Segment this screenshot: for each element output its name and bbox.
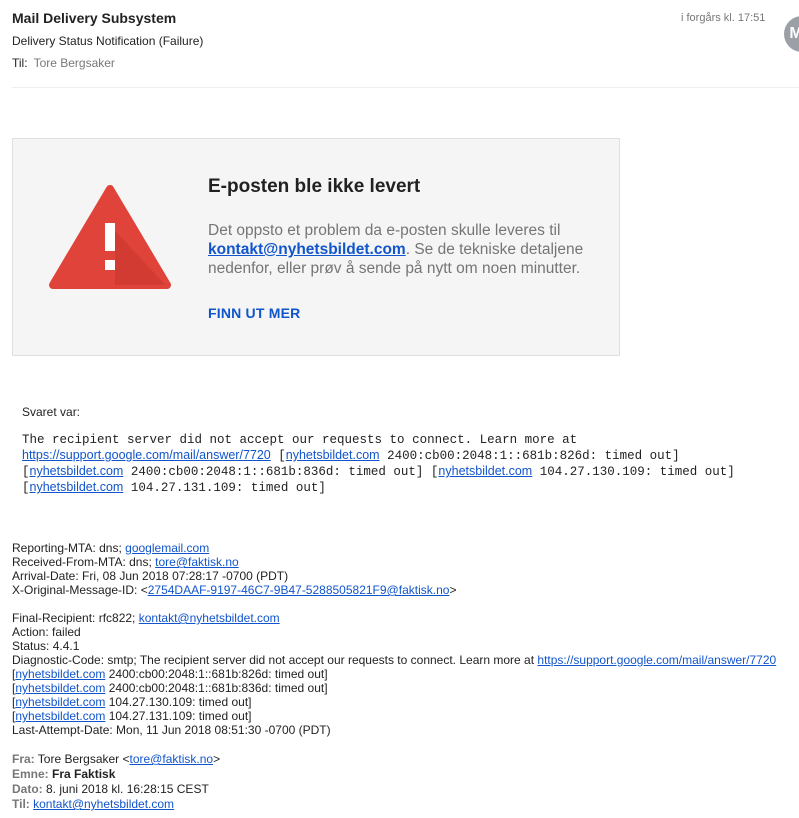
reporting-mta-link[interactable]: googlemail.com: [125, 541, 209, 555]
received-from-link[interactable]: tore@faktisk.no: [155, 555, 239, 569]
learn-more-link[interactable]: FINN UT MER: [208, 305, 300, 321]
status-line: Status: 4.4.1: [12, 639, 80, 653]
original-from-label: Fra:: [12, 752, 35, 766]
original-to-label: Til:: [12, 797, 30, 811]
original-to-link[interactable]: kontakt@nyhetsbildet.com: [33, 797, 174, 811]
diag-ip-2: 2400:cb00:2048:1::681b:836d: timed out]: [105, 681, 328, 695]
original-date-label: Dato:: [12, 782, 43, 796]
ip-result-1: 2400:cb00:2048:1::681b:826d: timed out]: [387, 449, 680, 463]
to-label: Til:: [12, 56, 28, 70]
received-from-mta: Received-From-MTA: dns; tore@faktisk.no: [12, 555, 456, 569]
diag-ip-3: 104.27.130.109: timed out]: [105, 695, 252, 709]
recipient-name[interactable]: Tore Bergsaker: [34, 56, 115, 70]
diagnostic-code: Diagnostic-Code: smtp; The recipient ser…: [12, 653, 776, 667]
original-subject: Emne: Fra Faktisk: [12, 767, 220, 782]
final-recipient-link[interactable]: kontakt@nyhetsbildet.com: [139, 611, 280, 625]
dsn-recipient-block: Final-Recipient: rfc822; kontakt@nyhetsb…: [12, 611, 776, 737]
recipient-address-link[interactable]: kontakt@nyhetsbildet.com: [208, 241, 406, 258]
diag-ip-4: 104.27.131.109: timed out]: [105, 709, 252, 723]
delivery-failure-card: E-posten ble ikke levert Det oppsto et p…: [12, 138, 620, 356]
smtp-response: The recipient server did not accept our …: [22, 433, 792, 496]
diag-result-2: [nyhetsbildet.com 2400:cb00:2048:1::681b…: [12, 681, 328, 695]
card-title: E-posten ble ikke levert: [208, 176, 421, 197]
diag-result-4: [nyhetsbildet.com 104.27.131.109: timed …: [12, 709, 252, 723]
original-from-link[interactable]: tore@faktisk.no: [130, 752, 214, 766]
response-line-4: [nyhetsbildet.com 104.27.131.109: timed …: [22, 480, 326, 495]
diagnostic-text: Diagnostic-Code: smtp; The recipient ser…: [12, 653, 538, 667]
diag-result-3: [nyhetsbildet.com 104.27.130.109: timed …: [12, 695, 252, 709]
domain-link-1[interactable]: nyhetsbildet.com: [286, 448, 380, 462]
diag-result-1: [nyhetsbildet.com 2400:cb00:2048:1::681b…: [12, 667, 328, 681]
avatar[interactable]: M: [784, 16, 799, 52]
x-original-label: X-Original-Message-ID: <: [12, 583, 148, 597]
x-original-end: >: [449, 583, 457, 597]
reporting-mta: Reporting-MTA: dns; googlemail.com: [12, 541, 456, 555]
answer-label: Svaret var:: [22, 405, 81, 419]
action-line: Action: failed: [12, 625, 81, 639]
dsn-header-block: Reporting-MTA: dns; googlemail.com Recei…: [12, 541, 456, 597]
ip-result-2: 2400:cb00:2048:1::681b:836d: timed out]: [130, 465, 424, 479]
domain-link-4[interactable]: nyhetsbildet.com: [30, 480, 124, 494]
original-subject-label: Emne:: [12, 767, 49, 781]
ip-result-3: 104.27.130.109: timed out]: [539, 465, 735, 479]
response-line-2: https://support.google.com/mail/answer/7…: [22, 448, 680, 463]
domain-link-2[interactable]: nyhetsbildet.com: [30, 464, 124, 478]
last-attempt-date: Last-Attempt-Date: Mon, 11 Jun 2018 08:5…: [12, 723, 331, 737]
card-message-start: Det oppsto et problem da e-posten skulle…: [208, 222, 561, 239]
original-date-value: 8. juni 2018 kl. 16:28:15 CEST: [42, 782, 209, 796]
response-line-1: The recipient server did not accept our …: [22, 433, 578, 447]
card-message: Det oppsto et problem da e-posten skulle…: [208, 221, 608, 278]
support-link[interactable]: https://support.google.com/mail/answer/7…: [22, 448, 271, 462]
diag-ip-1: 2400:cb00:2048:1::681b:826d: timed out]: [105, 667, 328, 681]
original-from-name: Tore Bergsaker <: [34, 752, 130, 766]
x-original-link[interactable]: 2754DAAF-9197-46C7-9B47-5288505821F9@fak…: [148, 583, 450, 597]
diag-domain-link-1[interactable]: nyhetsbildet.com: [15, 667, 105, 681]
original-from: Fra: Tore Bergsaker <tore@faktisk.no>: [12, 752, 220, 767]
diag-domain-link-3[interactable]: nyhetsbildet.com: [15, 695, 105, 709]
original-to: Til: kontakt@nyhetsbildet.com: [12, 797, 220, 812]
diag-domain-link-2[interactable]: nyhetsbildet.com: [15, 681, 105, 695]
arrival-date: Arrival-Date: Fri, 08 Jun 2018 07:28:17 …: [12, 569, 289, 583]
original-message-header: Fra: Tore Bergsaker <tore@faktisk.no> Em…: [12, 752, 220, 812]
final-recipient-label: Final-Recipient: rfc822;: [12, 611, 139, 625]
reporting-mta-label: Reporting-MTA: dns;: [12, 541, 126, 555]
sender-name[interactable]: Mail Delivery Subsystem: [12, 10, 176, 26]
header-divider: [12, 87, 799, 88]
original-subject-value: Fra Faktisk: [48, 767, 116, 781]
response-line-3: [nyhetsbildet.com 2400:cb00:2048:1::681b…: [22, 464, 735, 479]
domain-link-3[interactable]: nyhetsbildet.com: [438, 464, 532, 478]
ip-result-4: 104.27.131.109: timed out]: [130, 481, 326, 495]
final-recipient: Final-Recipient: rfc822; kontakt@nyhetsb…: [12, 611, 776, 625]
x-original-message-id: X-Original-Message-ID: <2754DAAF-9197-46…: [12, 583, 456, 597]
recipient-line: Til: Tore Bergsaker: [12, 56, 115, 70]
original-date: Dato: 8. juni 2018 kl. 16:28:15 CEST: [12, 782, 220, 797]
message-subject: Delivery Status Notification (Failure): [12, 34, 204, 48]
message-timestamp: i forgårs kl. 17:51: [681, 12, 766, 24]
original-from-end: >: [213, 752, 221, 766]
warning-triangle-icon: [49, 185, 171, 289]
diag-domain-link-4[interactable]: nyhetsbildet.com: [15, 709, 105, 723]
received-from-label: Received-From-MTA: dns;: [12, 555, 156, 569]
diagnostic-support-link[interactable]: https://support.google.com/mail/answer/7…: [537, 653, 776, 667]
